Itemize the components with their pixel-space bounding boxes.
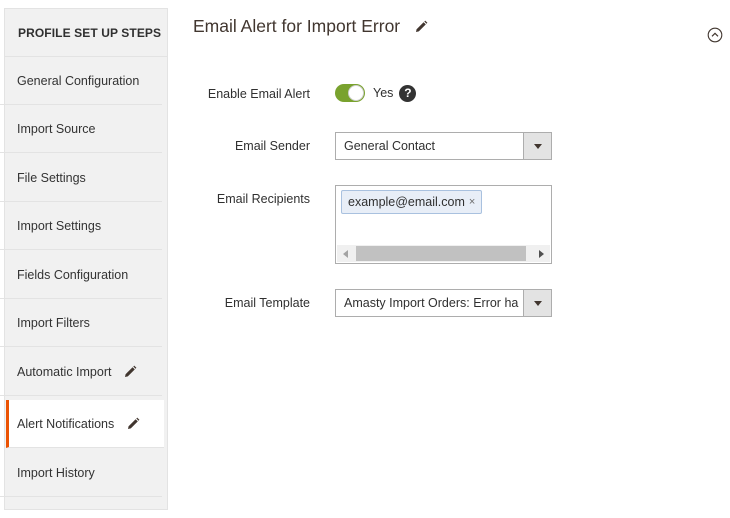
sidebar-item-label: Alert Notifications bbox=[17, 416, 115, 431]
pencil-icon[interactable] bbox=[414, 20, 428, 34]
sidebar-item-alert-notifications[interactable]: Alert Notifications bbox=[6, 400, 164, 448]
sidebar-item-fields-configuration[interactable]: Fields Configuration bbox=[0, 251, 162, 299]
recipient-tag: example@email.com × bbox=[341, 190, 483, 214]
sidebar-item-automatic-import[interactable]: Automatic Import bbox=[0, 348, 162, 396]
recipient-tag-text: example@email.com bbox=[348, 195, 465, 209]
enable-email-alert-label: Enable Email Alert bbox=[207, 87, 310, 101]
email-sender-select[interactable]: General Contact bbox=[335, 132, 552, 160]
sidebar-item-import-history[interactable]: Import History bbox=[0, 449, 162, 497]
toggle-state-text: Yes bbox=[373, 86, 394, 100]
email-template-value: Amasty Import Orders: Error ha bbox=[344, 296, 519, 310]
sidebar-item-file-settings[interactable]: File Settings bbox=[0, 154, 162, 202]
sidebar-item-import-filters[interactable]: Import Filters bbox=[0, 299, 162, 347]
sidebar-item-label: Automatic Import bbox=[17, 364, 112, 379]
chevron-down-icon bbox=[523, 290, 551, 316]
sidebar-item-label: Import Source bbox=[17, 121, 96, 136]
email-recipients-label: Email Recipients bbox=[216, 192, 310, 206]
pencil-icon bbox=[128, 417, 140, 429]
help-icon[interactable]: ? bbox=[399, 84, 417, 102]
chevron-down-icon bbox=[523, 133, 551, 159]
sidebar-item-label: File Settings bbox=[17, 170, 86, 185]
scroll-left-icon[interactable] bbox=[337, 245, 354, 262]
enable-email-alert-toggle[interactable] bbox=[335, 84, 365, 102]
sidebar-item-label: Import History bbox=[17, 465, 95, 480]
email-template-select[interactable]: Amasty Import Orders: Error ha bbox=[335, 289, 552, 317]
close-icon[interactable]: × bbox=[469, 196, 475, 208]
enable-email-alert-field: Yes ? bbox=[335, 84, 417, 102]
sidebar-item-import-settings[interactable]: Import Settings bbox=[0, 202, 162, 250]
chevron-up-circle-icon[interactable] bbox=[707, 27, 723, 43]
sidebar-item-general-configuration[interactable]: General Configuration bbox=[0, 57, 162, 105]
email-sender-value: General Contact bbox=[344, 139, 436, 153]
pencil-icon bbox=[125, 365, 137, 377]
email-recipients-input[interactable]: example@email.com × bbox=[335, 185, 552, 264]
section-header: Email Alert for Import Error bbox=[193, 16, 428, 37]
sidebar-item-label: Fields Configuration bbox=[17, 267, 129, 282]
sidebar-heading: PROFILE SET UP STEPS bbox=[5, 9, 167, 57]
scrollbar-thumb[interactable] bbox=[356, 246, 526, 261]
sidebar-item-label: Import Filters bbox=[17, 315, 90, 330]
sidebar-item-label: General Configuration bbox=[17, 73, 140, 88]
scroll-right-icon[interactable] bbox=[533, 245, 550, 262]
sidebar-item-import-source[interactable]: Import Source bbox=[0, 105, 162, 153]
horizontal-scrollbar[interactable] bbox=[337, 245, 550, 262]
section-title: Email Alert for Import Error bbox=[193, 16, 401, 36]
email-template-label: Email Template bbox=[224, 296, 310, 310]
sidebar-item-label: Import Settings bbox=[17, 218, 102, 233]
email-sender-label: Email Sender bbox=[234, 139, 310, 153]
